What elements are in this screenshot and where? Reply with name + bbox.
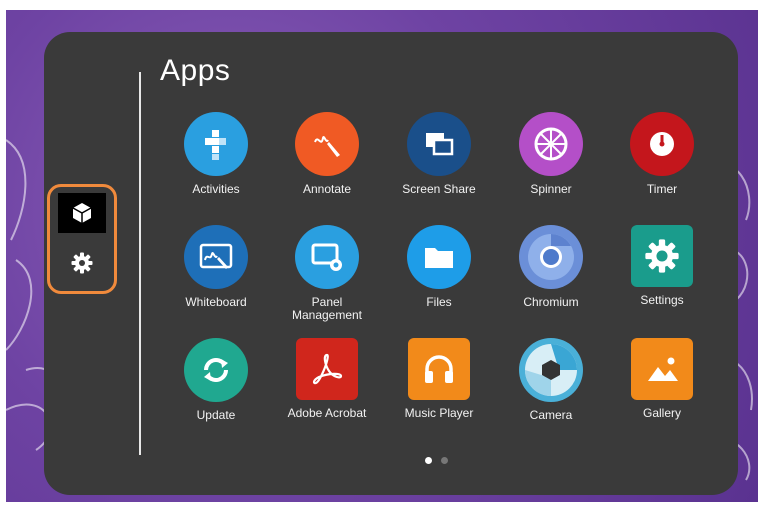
app-label: Gallery — [642, 406, 681, 420]
app-timer[interactable]: Timer — [606, 112, 718, 212]
app-annotate[interactable]: Annotate — [271, 112, 383, 212]
app-label: Music Player — [404, 406, 474, 420]
app-label: Adobe Acrobat — [287, 406, 367, 420]
refresh-icon — [184, 338, 248, 402]
sidebar-highlight — [47, 184, 117, 294]
sidebar-divider — [139, 72, 141, 455]
app-label: Camera — [529, 408, 573, 422]
app-gallery[interactable]: Gallery — [606, 338, 718, 438]
image-icon — [631, 338, 693, 400]
app-label: Activities — [192, 182, 240, 196]
app-spinner[interactable]: Spinner — [495, 112, 607, 212]
app-music-player[interactable]: Music Player — [383, 338, 495, 438]
pen-icon — [295, 112, 359, 176]
app-activities[interactable]: Activities — [160, 112, 272, 212]
page-title: Apps — [160, 54, 231, 87]
app-label: Spinner — [530, 182, 572, 196]
page-dot-active[interactable] — [425, 457, 432, 464]
headphones-icon — [408, 338, 470, 400]
timer-icon — [630, 112, 694, 176]
app-chromium[interactable]: Chromium — [495, 225, 607, 325]
app-panel-management[interactable]: Panel Management — [271, 225, 383, 325]
app-whiteboard[interactable]: Whiteboard — [160, 225, 272, 325]
acrobat-icon — [296, 338, 358, 400]
app-label: Panel Management — [291, 295, 363, 322]
gear-icon — [631, 225, 693, 287]
spinner-icon — [519, 112, 583, 176]
app-adobe-acrobat[interactable]: Adobe Acrobat — [271, 338, 383, 438]
app-camera[interactable]: Camera — [495, 338, 607, 438]
whiteboard-icon — [184, 225, 248, 289]
app-label: Update — [196, 408, 236, 422]
app-label: Annotate — [302, 182, 352, 196]
folder-icon — [407, 225, 471, 289]
app-label: Screen Share — [402, 182, 476, 196]
camera-aperture-icon — [519, 338, 583, 402]
app-label: Whiteboard — [185, 295, 247, 309]
puzzle-icon — [184, 112, 248, 176]
app-settings[interactable]: Settings — [606, 225, 718, 325]
app-label: Settings — [640, 293, 684, 307]
app-label: Timer — [646, 182, 678, 196]
app-screen-share[interactable]: Screen Share — [383, 112, 495, 212]
chromium-icon — [519, 225, 583, 289]
app-files[interactable]: Files — [383, 225, 495, 325]
screen-share-icon — [407, 112, 471, 176]
panel-management-icon — [295, 225, 359, 289]
app-label: Files — [426, 295, 452, 309]
app-update[interactable]: Update — [160, 338, 272, 438]
app-label: Chromium — [523, 295, 579, 309]
page-dot[interactable] — [441, 457, 448, 464]
